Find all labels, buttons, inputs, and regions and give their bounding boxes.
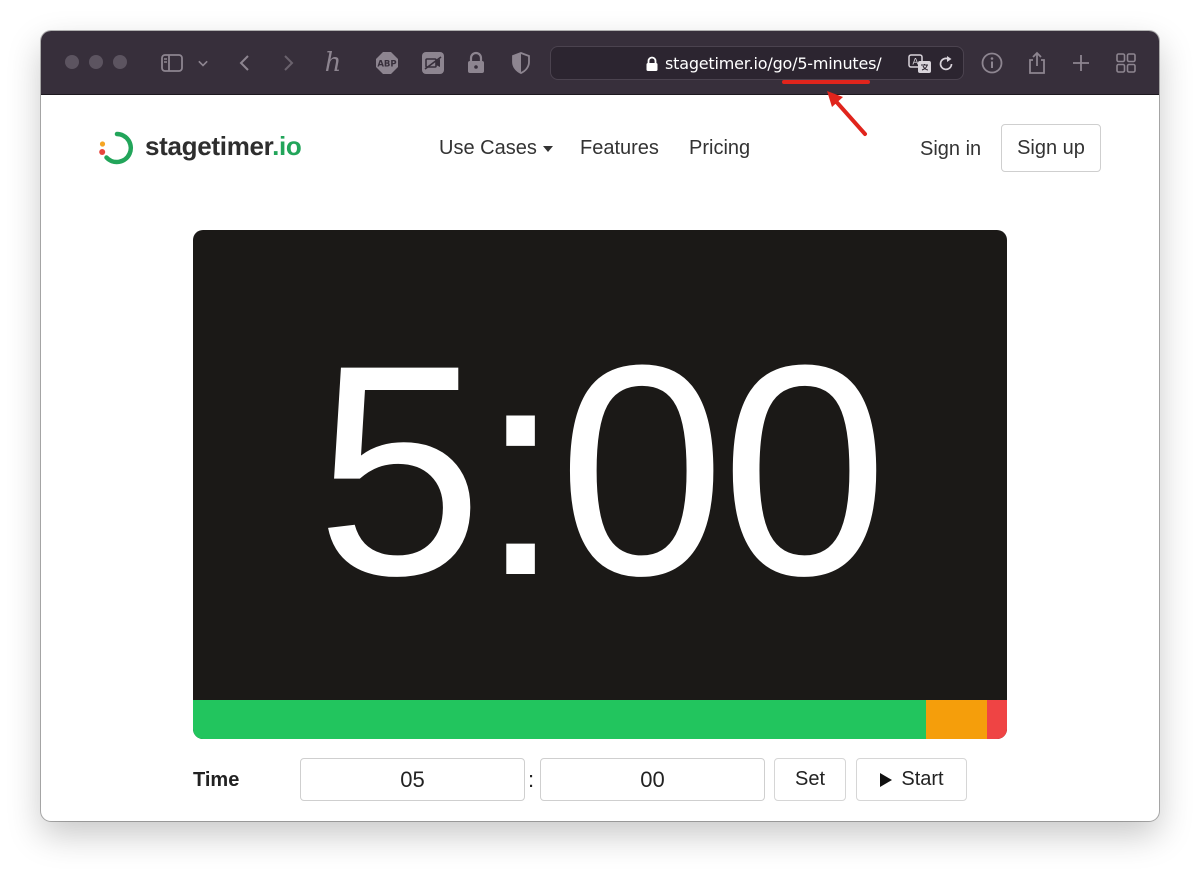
back-icon[interactable]: [233, 51, 257, 75]
progress-segment: [193, 700, 926, 739]
progress-segment: [926, 700, 987, 739]
set-button-label: Set: [794, 768, 826, 790]
info-icon[interactable]: [980, 51, 1004, 75]
nav-pricing[interactable]: Pricing: [689, 137, 750, 160]
seconds-input[interactable]: 00: [540, 758, 765, 801]
minimize-window-button[interactable]: [89, 55, 103, 69]
browser-window: h ABP stagetimer.io/go/5-minutes/ A stag…: [41, 31, 1159, 821]
sign-up-button[interactable]: Sign up: [1001, 124, 1101, 172]
reload-icon[interactable]: [937, 55, 955, 73]
start-button[interactable]: Start: [856, 758, 967, 801]
timer-digits: 5:00: [316, 302, 888, 638]
adblock-label: ABP: [377, 60, 396, 70]
nav-features[interactable]: Features: [580, 137, 659, 160]
progress-segment: [987, 700, 1007, 739]
adblock-icon[interactable]: ABP: [375, 51, 399, 75]
logo-tld: .io: [272, 131, 302, 161]
play-icon: [880, 772, 893, 787]
share-icon[interactable]: [1025, 51, 1049, 75]
caret-down-icon: [542, 145, 553, 152]
lock-extension-icon[interactable]: [464, 51, 488, 75]
address-bar[interactable]: stagetimer.io/go/5-minutes/ A: [550, 46, 964, 80]
zoom-window-button[interactable]: [113, 55, 127, 69]
nav-use-cases-label: Use Cases: [439, 137, 537, 159]
sign-in-link[interactable]: Sign in: [920, 138, 981, 161]
translate-icon[interactable]: A: [908, 53, 932, 75]
stagetimer-logo-icon[interactable]: [97, 128, 137, 168]
time-label: Time: [193, 769, 240, 791]
start-button-label: Start: [901, 768, 944, 790]
logo-name: stagetimer: [145, 131, 273, 161]
nav-use-cases[interactable]: Use Cases: [439, 137, 553, 160]
annotation-arrow-icon: [827, 91, 867, 136]
annotation-underline: [782, 80, 870, 84]
timer-controls: Time 05 : 00 Set Start: [41, 757, 1159, 803]
shield-icon[interactable]: [509, 51, 533, 75]
timer-display: 5:00: [193, 230, 1007, 739]
close-window-button[interactable]: [65, 55, 79, 69]
honey-extension-icon[interactable]: h: [321, 48, 345, 78]
set-button[interactable]: Set: [774, 758, 846, 801]
sidebar-icon[interactable]: [160, 51, 184, 75]
video-extension-icon[interactable]: [421, 51, 445, 75]
site-header: stagetimer.io Use Cases Features Pricing…: [41, 95, 1159, 205]
url-text[interactable]: stagetimer.io/go/5-minutes/: [665, 54, 882, 73]
chevron-down-icon[interactable]: [193, 51, 213, 75]
logo-wordmark[interactable]: stagetimer.io: [145, 131, 302, 162]
tab-overview-icon[interactable]: [1114, 51, 1138, 75]
forward-icon[interactable]: [276, 51, 300, 75]
minutes-input[interactable]: 05: [300, 758, 525, 801]
secure-lock-icon: [646, 56, 658, 71]
browser-toolbar: h ABP stagetimer.io/go/5-minutes/ A: [41, 31, 1159, 95]
new-tab-icon[interactable]: [1069, 51, 1093, 75]
time-separator: :: [528, 767, 535, 792]
